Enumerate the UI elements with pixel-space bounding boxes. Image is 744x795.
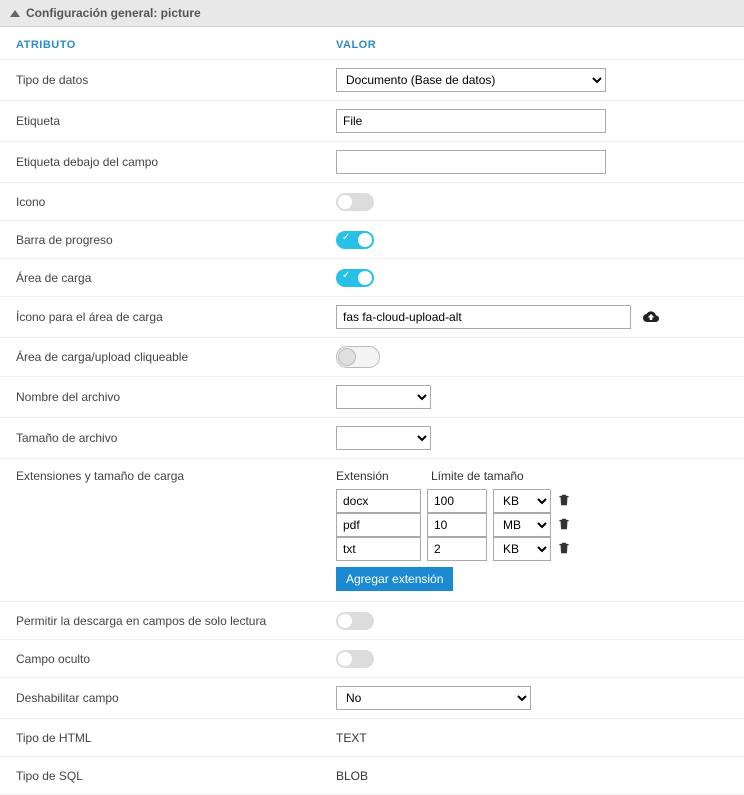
permitir-descarga-toggle[interactable] (336, 612, 374, 630)
label-area-carga: Área de carga (16, 271, 336, 285)
barra-progreso-toggle[interactable]: ✓ (336, 231, 374, 249)
row-deshabilitar: Deshabilitar campo No (0, 678, 744, 719)
row-tipo-html: Tipo de HTML TEXT (0, 719, 744, 757)
etiqueta-debajo-input[interactable] (336, 150, 606, 174)
label-nombre-archivo: Nombre del archivo (16, 390, 336, 404)
limit-input[interactable] (427, 537, 487, 561)
campo-oculto-toggle[interactable] (336, 650, 374, 668)
table-header: ATRIBUTO VALOR (0, 27, 744, 60)
label-icono: Icono (16, 195, 336, 209)
area-click-toggle[interactable] (336, 346, 380, 368)
row-campo-oculto: Campo oculto (0, 640, 744, 678)
collapse-icon (10, 10, 20, 17)
label-etiqueta: Etiqueta (16, 114, 336, 128)
limit-input[interactable] (427, 513, 487, 537)
extension-row: KB (336, 537, 571, 561)
label-icono-area: Ícono para el área de carga (16, 310, 336, 324)
extension-row: MB (336, 513, 571, 537)
data-type-select[interactable]: Documento (Base de datos) (336, 68, 606, 92)
label-tipo-html: Tipo de HTML (16, 731, 336, 745)
label-etiqueta-debajo: Etiqueta debajo del campo (16, 155, 336, 169)
panel-header[interactable]: Configuración general: picture (0, 0, 744, 27)
row-tipo-sql: Tipo de SQL BLOB (0, 757, 744, 795)
area-carga-toggle[interactable]: ✓ (336, 269, 374, 287)
row-area-click: Área de carga/upload cliqueable (0, 338, 744, 377)
ext-header-extension: Extensión (336, 469, 421, 483)
add-extension-button[interactable]: Agregar extensión (336, 567, 453, 591)
label-deshabilitar: Deshabilitar campo (16, 691, 336, 705)
label-data-type: Tipo de datos (16, 73, 336, 87)
extension-row: KB (336, 489, 571, 513)
trash-icon[interactable] (557, 541, 571, 558)
row-icono: Icono (0, 183, 744, 221)
unit-select[interactable]: KB (493, 537, 551, 561)
label-tamano-archivo: Tamaño de archivo (16, 431, 336, 445)
tamano-archivo-select[interactable] (336, 426, 431, 450)
label-barra-progreso: Barra de progreso (16, 233, 336, 247)
trash-icon[interactable] (557, 493, 571, 510)
row-icono-area: Ícono para el área de carga (0, 297, 744, 338)
label-campo-oculto: Campo oculto (16, 652, 336, 666)
unit-select[interactable]: MB (493, 513, 551, 537)
trash-icon[interactable] (557, 517, 571, 534)
row-permitir-descarga: Permitir la descarga en campos de solo l… (0, 602, 744, 640)
icono-toggle[interactable] (336, 193, 374, 211)
limit-input[interactable] (427, 489, 487, 513)
label-permitir-descarga: Permitir la descarga en campos de solo l… (16, 614, 336, 628)
tipo-html-value: TEXT (336, 731, 367, 745)
extension-input[interactable] (336, 537, 421, 561)
row-etiqueta-debajo: Etiqueta debajo del campo (0, 142, 744, 183)
header-attribute: ATRIBUTO (16, 39, 336, 51)
header-value: VALOR (336, 39, 376, 51)
label-extensiones: Extensiones y tamaño de carga (16, 469, 336, 483)
unit-select[interactable]: KB (493, 489, 551, 513)
icono-area-input[interactable] (336, 305, 631, 329)
row-extensiones: Extensiones y tamaño de carga Extensión … (0, 459, 744, 602)
etiqueta-input[interactable] (336, 109, 606, 133)
row-data-type: Tipo de datos Documento (Base de datos) (0, 60, 744, 101)
row-barra-progreso: Barra de progreso ✓ (0, 221, 744, 259)
deshabilitar-select[interactable]: No (336, 686, 531, 710)
extension-input[interactable] (336, 513, 421, 537)
panel-title: Configuración general: picture (26, 6, 201, 20)
ext-header-limit: Límite de tamaño (431, 469, 524, 483)
cloud-upload-icon (643, 309, 659, 326)
row-etiqueta: Etiqueta (0, 101, 744, 142)
label-tipo-sql: Tipo de SQL (16, 769, 336, 783)
extension-input[interactable] (336, 489, 421, 513)
row-nombre-archivo: Nombre del archivo (0, 377, 744, 418)
row-area-carga: Área de carga ✓ (0, 259, 744, 297)
nombre-archivo-select[interactable] (336, 385, 431, 409)
row-tamano-archivo: Tamaño de archivo (0, 418, 744, 459)
label-area-click: Área de carga/upload cliqueable (16, 350, 336, 364)
tipo-sql-value: BLOB (336, 769, 368, 783)
